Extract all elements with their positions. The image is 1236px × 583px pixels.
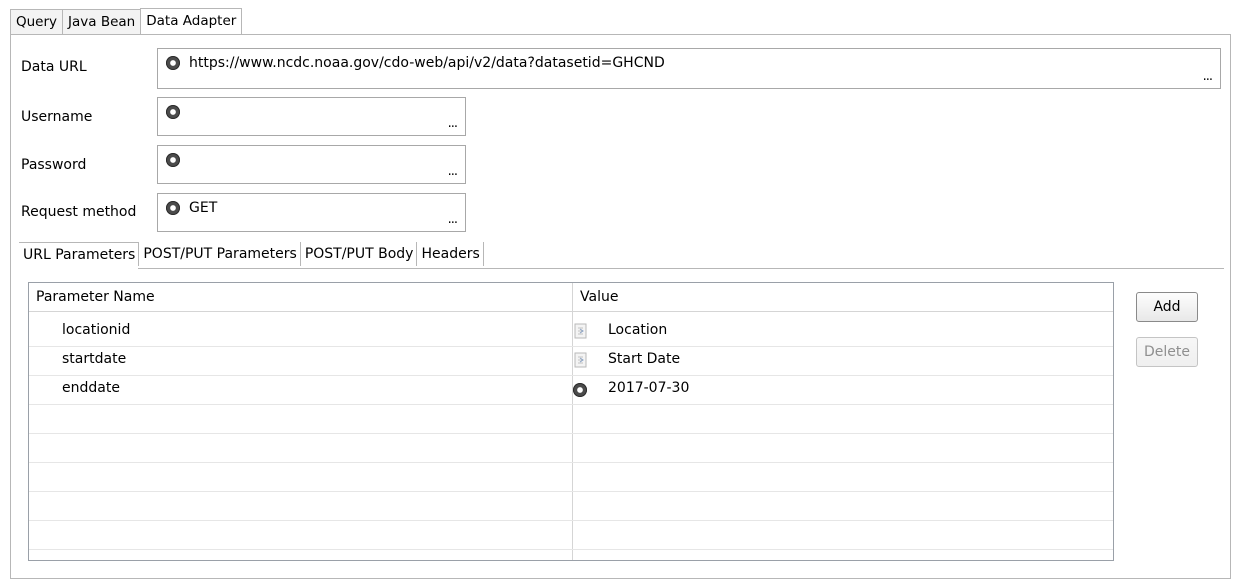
table-row[interactable]: startdate Start Date [29, 347, 1113, 376]
tab-url-parameters[interactable]: URL Parameters [19, 242, 139, 269]
expression-icon[interactable] [166, 56, 180, 70]
data-url-field[interactable]: https://www.ncdc.noaa.gov/cdo-web/api/v2… [157, 48, 1221, 89]
delete-button[interactable]: Delete [1136, 337, 1198, 367]
parameter-tab-strip: URL Parameters POST/PUT Parameters POST/… [19, 242, 484, 269]
data-url-value: https://www.ncdc.noaa.gov/cdo-web/api/v2… [189, 55, 665, 71]
tab-strip-underline [272, 8, 1231, 35]
tab-post-put-parameters[interactable]: POST/PUT Parameters [138, 242, 300, 266]
request-method-field[interactable]: GET ... [157, 193, 466, 232]
username-label: Username [21, 109, 93, 125]
sub-tab-underline [19, 268, 1224, 269]
tab-headers[interactable]: Headers [416, 242, 484, 266]
password-browse-button[interactable]: ... [448, 164, 458, 179]
request-method-label: Request method [21, 204, 137, 220]
tab-data-adapter[interactable]: Data Adapter [140, 8, 243, 35]
parameter-value-cell: Location [608, 322, 668, 338]
table-row-empty[interactable] [29, 521, 1113, 550]
data-url-browse-button[interactable]: ... [1203, 69, 1213, 84]
url-parameters-table[interactable]: Parameter Name Value locationid Location… [28, 282, 1114, 561]
parameter-name-cell: locationid [62, 322, 131, 338]
parameter-value-cell: 2017-07-30 [608, 380, 690, 396]
parameter-name-cell: enddate [62, 380, 120, 396]
expression-icon[interactable] [166, 153, 180, 167]
tab-java-bean[interactable]: Java Bean [62, 9, 141, 34]
column-header-parameter-name[interactable]: Parameter Name [29, 283, 572, 311]
table-row-empty[interactable] [29, 492, 1113, 521]
parameter-icon [574, 323, 587, 339]
tab-query[interactable]: Query [10, 9, 63, 34]
request-method-value: GET [189, 200, 218, 216]
expression-icon[interactable] [166, 105, 180, 119]
table-row-empty[interactable] [29, 434, 1113, 463]
expression-icon[interactable] [166, 201, 180, 215]
table-row[interactable]: enddate 2017-07-30 [29, 376, 1113, 405]
table-header: Parameter Name Value [29, 283, 1113, 312]
table-row[interactable]: locationid Location [29, 318, 1113, 347]
password-label: Password [21, 157, 87, 173]
add-button[interactable]: Add [1136, 292, 1198, 322]
username-field[interactable]: ... [157, 97, 466, 136]
column-header-value[interactable]: Value [572, 283, 1113, 311]
tab-post-put-body[interactable]: POST/PUT Body [299, 242, 417, 266]
top-tab-strip: Query Java Bean Data Adapter [10, 8, 243, 35]
parameter-icon [574, 352, 587, 368]
password-field[interactable]: ... [157, 145, 466, 184]
constant-value-icon [573, 383, 587, 397]
parameter-value-cell: Start Date [608, 351, 681, 367]
table-row-empty[interactable] [29, 463, 1113, 492]
parameter-name-cell: startdate [62, 351, 127, 367]
username-browse-button[interactable]: ... [448, 116, 458, 131]
request-method-browse-button[interactable]: ... [448, 212, 458, 227]
table-row-empty[interactable] [29, 405, 1113, 434]
data-url-label: Data URL [21, 59, 87, 75]
